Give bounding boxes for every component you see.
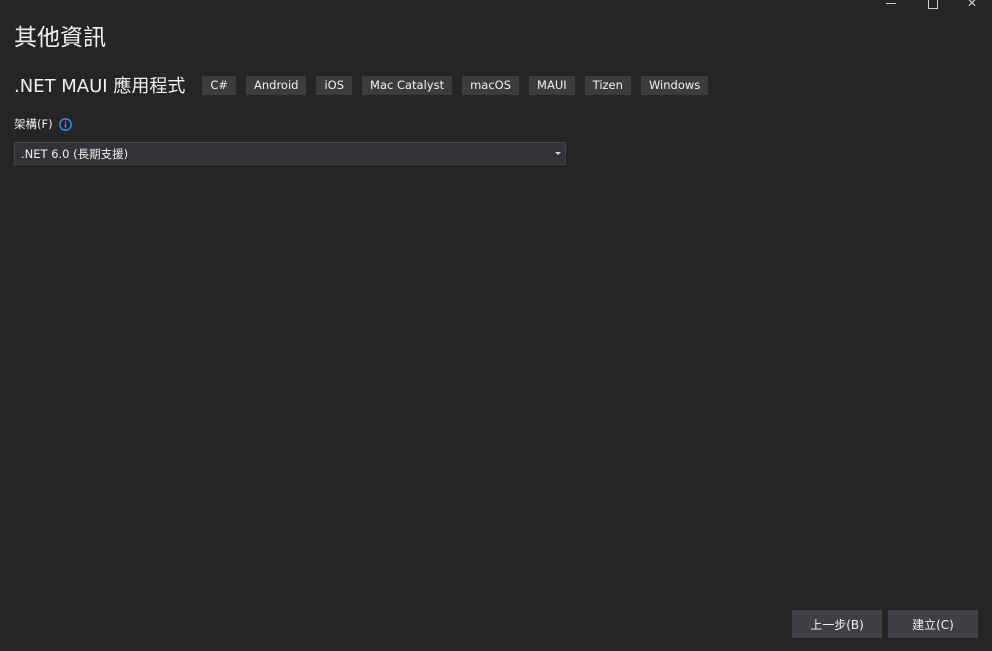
minimize-icon[interactable] — [872, 0, 912, 10]
tag-android: Android — [246, 75, 307, 95]
tag-csharp: C# — [202, 75, 236, 95]
tag-maui: MAUI — [529, 75, 575, 95]
page-title: 其他資訊 — [14, 25, 106, 51]
framework-label: 架構(F) — [14, 117, 53, 131]
framework-dropdown[interactable]: .NET 6.0 (長期支援) — [14, 142, 566, 165]
back-button[interactable]: 上一步(B) — [792, 610, 882, 638]
footer-buttons: 上一步(B) 建立(C) — [792, 610, 978, 638]
close-glyph: ✕ — [966, 0, 978, 10]
tag-macos: macOS — [462, 75, 520, 95]
close-icon[interactable]: ✕ — [952, 0, 992, 10]
window-controls: ✕ — [872, 0, 992, 10]
tag-windows: Windows — [640, 75, 709, 95]
framework-selected-value: .NET 6.0 (長期支援) — [21, 146, 129, 161]
template-tags: C# Android iOS Mac Catalyst macOS MAUI T… — [202, 75, 709, 95]
info-icon[interactable] — [58, 117, 72, 131]
chevron-down-icon — [555, 152, 561, 155]
maximize-icon[interactable] — [912, 0, 952, 10]
create-button[interactable]: 建立(C) — [888, 610, 978, 638]
tag-ios: iOS — [316, 75, 353, 95]
template-header: .NET MAUI 應用程式 C# Android iOS Mac Cataly… — [14, 72, 709, 98]
tag-mac-catalyst: Mac Catalyst — [362, 75, 453, 95]
framework-label-row: 架構(F) — [14, 116, 72, 132]
template-name: .NET MAUI 應用程式 — [14, 76, 186, 97]
tag-tizen: Tizen — [584, 75, 631, 95]
